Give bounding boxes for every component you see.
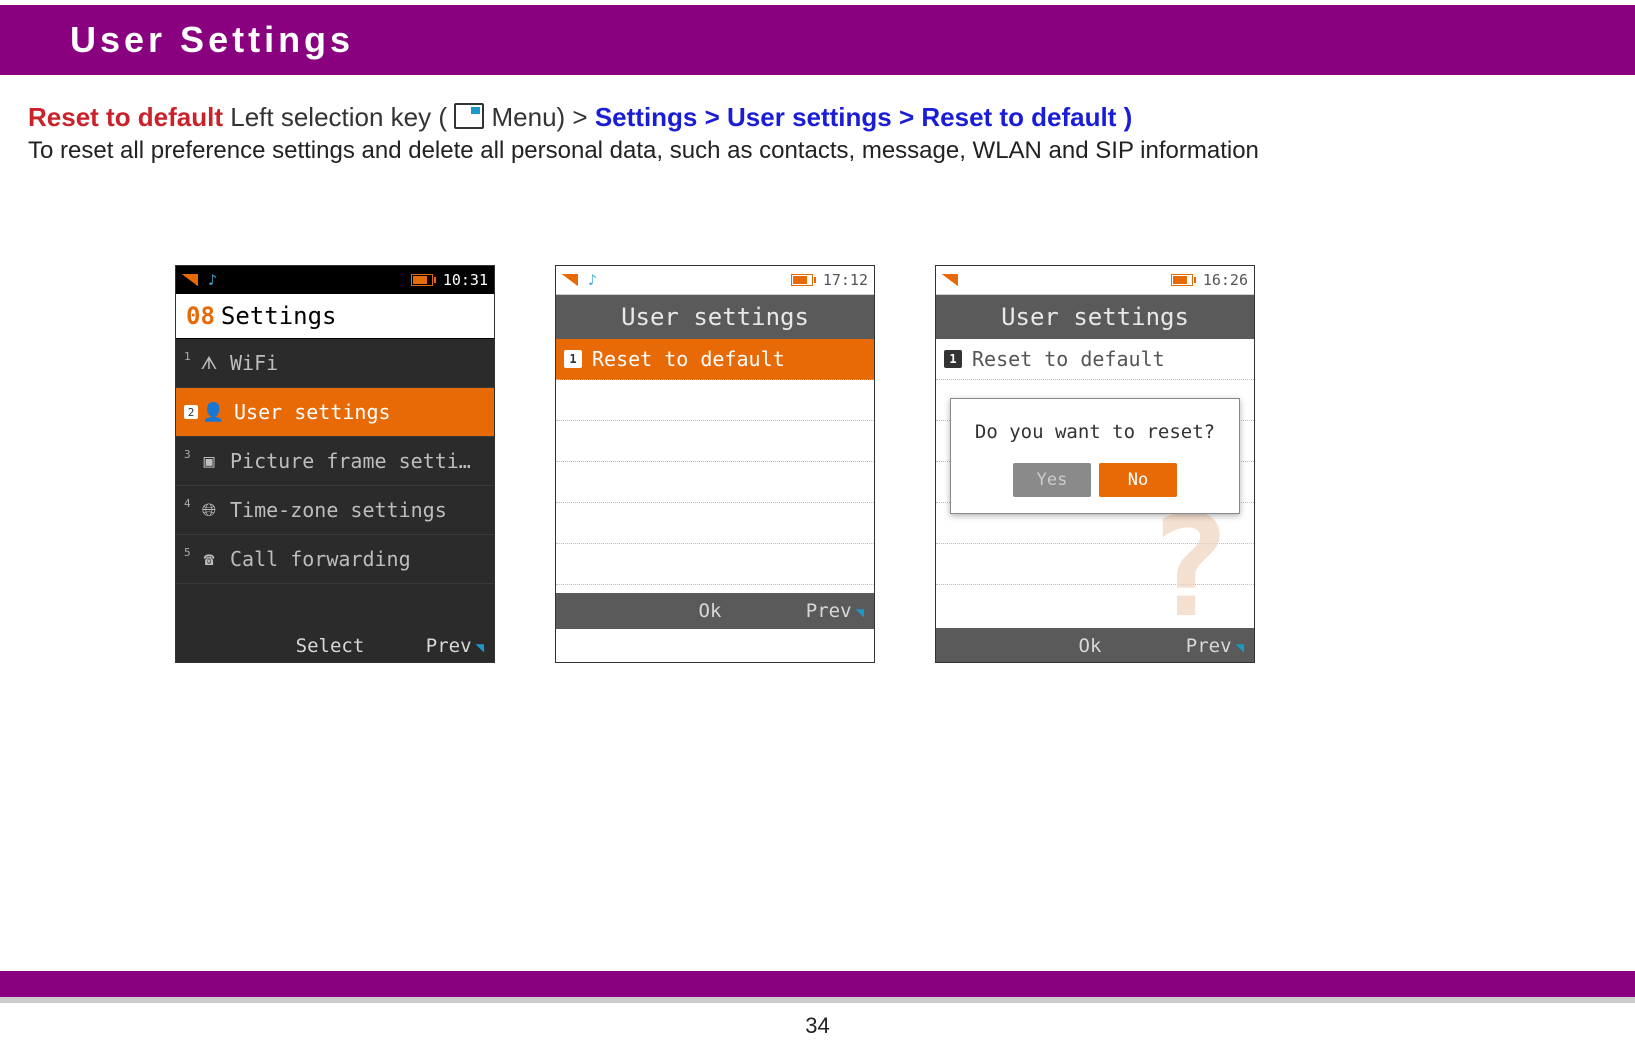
section-title: 08 Settings <box>176 294 494 339</box>
list-item-reset[interactable]: 1 Reset to default <box>936 339 1254 380</box>
intro-red: Reset to default <box>28 102 223 132</box>
intro-plain1: Left selection key ( <box>223 102 454 132</box>
prev-arrow-icon: ◥ <box>476 640 484 656</box>
item-label: Picture frame setti… <box>230 449 471 473</box>
item-index: 5 <box>184 546 194 559</box>
list-item-timezone[interactable]: 4 🌐︎ Time-zone settings <box>176 486 494 535</box>
screen-settings-list: ♪ 10:31 08 Settings 1 ᗑ WiFi 2 👤 User se… <box>175 265 495 663</box>
list-item-reset[interactable]: 1 Reset to default <box>556 339 874 380</box>
prev-arrow-icon: ◥ <box>856 605 864 621</box>
question-mark-icon: ? <box>1124 492 1254 642</box>
item-index: 1 <box>184 350 194 363</box>
user-gear-icon: 👤 <box>202 402 224 423</box>
signal-icon <box>182 274 198 286</box>
item-label: WiFi <box>230 351 278 375</box>
dialog-yes-button[interactable]: Yes <box>1013 463 1091 497</box>
list-item-empty <box>176 584 494 634</box>
softkey-bar: Select Prev◥ <box>176 629 494 663</box>
page-title: User Settings <box>70 19 354 61</box>
intro-plain2: Menu) > <box>484 102 595 132</box>
settings-list: 1 ᗑ WiFi 2 👤 User settings 3 ▣ Picture f… <box>176 339 494 629</box>
item-label: User settings <box>234 400 391 424</box>
item-label: Call forwarding <box>230 547 411 571</box>
list-item-user-settings[interactable]: 2 👤 User settings <box>176 388 494 437</box>
signal-icon <box>942 274 958 286</box>
confirm-dialog: Do you want to reset? Yes No <box>950 398 1240 514</box>
footer-bar <box>0 971 1635 997</box>
dialog-message: Do you want to reset? <box>965 421 1225 443</box>
softkey-select[interactable]: Select <box>272 635 388 657</box>
softkey-prev[interactable]: Prev◥ <box>388 635 494 657</box>
item-index: 1 <box>944 350 962 368</box>
clock: 10:31 <box>443 271 488 289</box>
softkey-bar: Ok Prev◥ <box>556 593 874 629</box>
list-item-wifi[interactable]: 1 ᗑ WiFi <box>176 339 494 388</box>
item-index: 2 <box>184 405 198 419</box>
dialog-area: ? Do you want to reset? Yes No <box>936 380 1254 628</box>
item-label: Time-zone settings <box>230 498 447 522</box>
battery-icon <box>1171 274 1193 286</box>
status-bar: ♪ 17:12 <box>556 266 874 295</box>
screen-title: User settings <box>556 295 874 339</box>
section-number: 08 <box>186 302 215 330</box>
dialog-no-button[interactable]: No <box>1099 463 1177 497</box>
battery-icon <box>411 274 433 286</box>
item-label: Reset to default <box>592 347 785 371</box>
frame-icon: ▣ <box>198 451 220 472</box>
page-number: 34 <box>0 1013 1635 1039</box>
music-icon: ♪ <box>208 271 217 289</box>
battery-icon <box>791 274 813 286</box>
music-icon: ♪ <box>588 271 597 289</box>
status-bar: ♪ 10:31 <box>176 266 494 294</box>
intro-desc: To reset all preference settings and del… <box>28 135 1615 167</box>
footer-shadow <box>0 997 1635 1003</box>
screen-reset-confirm: 16:26 User settings 1 Reset to default ?… <box>935 265 1255 663</box>
menu-icon <box>454 103 484 129</box>
antenna-icon: ᗑ <box>198 353 220 374</box>
prev-arrow-icon: ◥ <box>1236 640 1244 656</box>
item-index: 3 <box>184 448 194 461</box>
intro-block: Reset to default Left selection key ( Me… <box>28 100 1615 167</box>
section-label: Settings <box>221 302 337 330</box>
header-bar: User Settings <box>0 5 1635 75</box>
item-index: 4 <box>184 497 194 510</box>
status-bar: 16:26 <box>936 266 1254 295</box>
list-item-call-forwarding[interactable]: 5 ☎︎ Call forwarding <box>176 535 494 584</box>
item-label: Reset to default <box>972 347 1165 371</box>
softkey-ok[interactable]: Ok <box>652 600 768 622</box>
empty-list-area <box>556 380 874 593</box>
phone-icon: ☎︎ <box>198 549 220 570</box>
screenshots-row: ♪ 10:31 08 Settings 1 ᗑ WiFi 2 👤 User se… <box>175 265 1255 663</box>
intro-nav: Settings > User settings > Reset to defa… <box>595 102 1132 132</box>
clock: 17:12 <box>823 271 868 289</box>
softkey-prev[interactable]: Prev◥ <box>768 600 874 622</box>
screen-user-settings: ♪ 17:12 User settings 1 Reset to default… <box>555 265 875 663</box>
screen-title: User settings <box>936 295 1254 339</box>
clock: 16:26 <box>1203 271 1248 289</box>
item-index: 1 <box>564 350 582 368</box>
globe-icon: 🌐︎ <box>198 500 220 521</box>
signal-icon <box>562 274 578 286</box>
list-item-picture-frame[interactable]: 3 ▣ Picture frame setti… <box>176 437 494 486</box>
